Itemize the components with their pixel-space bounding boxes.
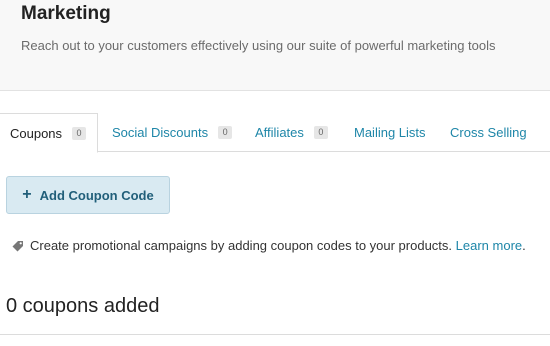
- section-divider: [0, 334, 550, 335]
- marketing-tabs: Coupons 0 Social Discounts 0 Affiliates …: [0, 113, 550, 153]
- add-coupon-button-label: Add Coupon Code: [39, 187, 154, 203]
- tab-social-discounts-label: Social Discounts: [112, 125, 209, 140]
- tab-affiliates[interactable]: Affiliates 0: [255, 113, 328, 152]
- plus-icon: +: [22, 186, 32, 203]
- page-header: Marketing Reach out to your customers ef…: [0, 0, 550, 91]
- learn-more-link[interactable]: Learn more: [456, 238, 522, 254]
- tab-social-discounts[interactable]: Social Discounts 0: [112, 113, 233, 152]
- coupon-info-text: Create promotional campaigns by adding c…: [30, 238, 453, 253]
- tab-cross-selling-label: Cross Selling: [450, 125, 527, 140]
- marketing-page: Marketing Reach out to your customers ef…: [0, 0, 550, 346]
- tab-social-discounts-badge: 0: [218, 126, 233, 139]
- tab-mailing-lists[interactable]: Mailing Lists: [354, 113, 426, 152]
- tab-affiliates-badge: 0: [313, 126, 328, 139]
- tab-mailing-lists-label: Mailing Lists: [354, 125, 426, 140]
- tab-coupons-badge: 0: [72, 126, 87, 140]
- coupons-count: 0 coupons added: [6, 295, 160, 317]
- tab-cross-selling[interactable]: Cross Selling: [450, 113, 527, 152]
- page-subtitle: Reach out to your customers effectively …: [21, 38, 496, 53]
- tab-affiliates-label: Affiliates: [255, 125, 304, 140]
- coupon-info: Create promotional campaigns by adding c…: [11, 238, 526, 254]
- add-coupon-button[interactable]: + Add Coupon Code: [6, 176, 170, 214]
- page-title: Marketing: [21, 3, 111, 24]
- tag-icon: [12, 241, 23, 252]
- tab-coupons[interactable]: Coupons 0: [0, 113, 98, 153]
- coupon-info-period: .: [522, 238, 526, 253]
- tab-coupons-label: Coupons: [10, 125, 63, 141]
